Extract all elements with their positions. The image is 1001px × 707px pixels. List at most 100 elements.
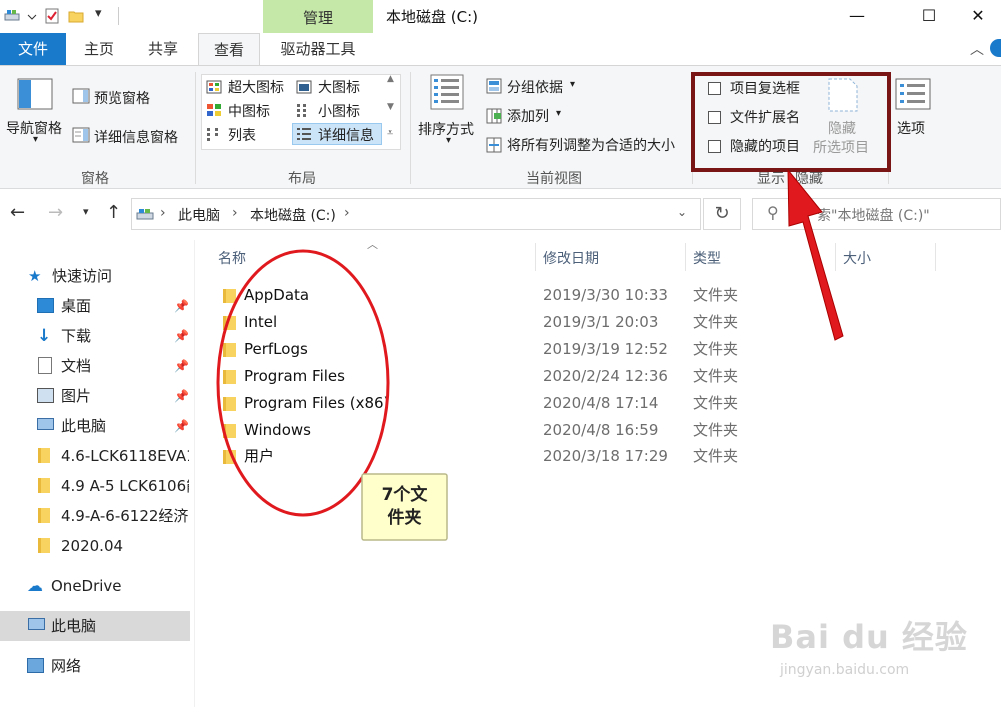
nav-pictures[interactable]: 图片 📌 bbox=[0, 381, 190, 411]
breadcrumb-sep[interactable]: › bbox=[160, 205, 166, 221]
help-icon[interactable] bbox=[990, 39, 1001, 57]
chevron-down-icon[interactable]: ▾ bbox=[33, 134, 38, 145]
address-box[interactable]: › 此电脑 › 本地磁盘 (C:) › ⌄ bbox=[131, 198, 701, 230]
nav-folder[interactable]: 4.9 A-5 LCK6106能 bbox=[0, 471, 190, 501]
nav-this-pc[interactable]: 此电脑 bbox=[0, 611, 190, 641]
search-box[interactable]: ⚲ 索"本地磁盘 (C:)" bbox=[752, 198, 1001, 230]
column-divider[interactable] bbox=[835, 243, 836, 271]
column-divider[interactable] bbox=[685, 243, 686, 271]
chevron-down-icon[interactable]: ▾ bbox=[556, 108, 561, 119]
tab-home[interactable]: 主页 bbox=[74, 33, 124, 65]
refresh-icon: ↻ bbox=[714, 203, 730, 224]
file-date: 2020/4/8 17:14 bbox=[543, 394, 659, 412]
breadcrumb-sep[interactable]: › bbox=[232, 205, 238, 221]
nav-quick-access[interactable]: ★ 快速访问 bbox=[0, 261, 190, 291]
hidden-items-label[interactable]: 隐藏的项目 bbox=[730, 136, 800, 156]
nav-downloads[interactable]: ↓ 下载 📌 bbox=[0, 321, 190, 351]
layout-extra-large-icons[interactable]: 超大图标 bbox=[228, 77, 284, 97]
chevron-down-icon[interactable]: ▾ bbox=[570, 79, 575, 90]
folder-icon bbox=[38, 508, 50, 523]
nav-this-pc-pinned[interactable]: 此电脑 📌 bbox=[0, 411, 190, 441]
nav-desktop[interactable]: 桌面 📌 bbox=[0, 291, 190, 321]
file-name: Program Files bbox=[244, 367, 345, 385]
hide-selected-icon bbox=[828, 78, 858, 112]
file-row[interactable]: Program Files (x86) 2020/4/8 17:14 文件夹 bbox=[218, 390, 738, 417]
recent-locations-icon[interactable]: ▾ bbox=[83, 205, 89, 218]
close-button[interactable]: ✕ bbox=[955, 0, 1001, 33]
dropdown-small-icon[interactable] bbox=[24, 8, 40, 24]
nav-label: 此电脑 bbox=[61, 417, 107, 435]
back-icon[interactable]: ← bbox=[10, 202, 25, 223]
column-divider[interactable] bbox=[535, 243, 536, 271]
column-header-name[interactable]: 名称 bbox=[218, 248, 246, 268]
column-divider[interactable] bbox=[935, 243, 936, 271]
column-header-size[interactable]: 大小 bbox=[843, 248, 871, 268]
drive-icon[interactable] bbox=[4, 8, 20, 24]
nav-folder[interactable]: 4.6-LCK6118EVA1 bbox=[0, 441, 190, 471]
group-by-button[interactable]: 分组依据 bbox=[507, 77, 563, 97]
breadcrumb-this-pc[interactable]: 此电脑 bbox=[178, 205, 220, 225]
nav-onedrive[interactable]: ☁ OneDrive bbox=[0, 571, 190, 601]
qat-customize-button[interactable]: ▾ bbox=[95, 6, 102, 21]
gallery-scroll-up-icon[interactable]: ▲ bbox=[387, 74, 394, 84]
nav-label: 图片 bbox=[61, 387, 92, 405]
gallery-more-icon[interactable]: ⩡ bbox=[387, 126, 393, 140]
search-input[interactable]: 索"本地磁盘 (C:)" bbox=[817, 205, 930, 225]
forward-icon[interactable]: → bbox=[48, 202, 63, 223]
file-extensions-label[interactable]: 文件扩展名 bbox=[730, 107, 800, 127]
layout-large-icons[interactable]: 大图标 bbox=[318, 77, 360, 97]
layout-medium-icons[interactable]: 中图标 bbox=[228, 101, 270, 121]
options-icon[interactable] bbox=[895, 78, 931, 110]
nav-folder[interactable]: 2020.04 bbox=[0, 531, 190, 561]
gallery-scroll-down-icon[interactable]: ▼ bbox=[387, 102, 394, 112]
layout-list[interactable]: 列表 bbox=[228, 125, 256, 145]
hidden-items-checkbox[interactable] bbox=[708, 140, 721, 153]
column-header-type[interactable]: 类型 bbox=[693, 248, 721, 268]
tab-drive-tools[interactable]: 驱动器工具 bbox=[268, 33, 368, 65]
item-checkboxes-label[interactable]: 项目复选框 bbox=[730, 78, 800, 98]
minimize-button[interactable]: — bbox=[834, 0, 880, 33]
tab-share[interactable]: 共享 bbox=[138, 33, 188, 65]
layout-details[interactable]: 详细信息 bbox=[318, 125, 374, 145]
refresh-button[interactable]: ↻ bbox=[703, 198, 741, 230]
address-history-icon[interactable]: ⌄ bbox=[677, 205, 687, 219]
add-columns-button[interactable]: 添加列 bbox=[507, 106, 549, 126]
file-name: 用户 bbox=[244, 447, 275, 465]
file-row[interactable]: Windows 2020/4/8 16:59 文件夹 bbox=[218, 417, 738, 444]
file-row[interactable]: AppData 2019/3/30 10:33 文件夹 bbox=[218, 282, 738, 309]
file-extensions-checkbox[interactable] bbox=[708, 111, 721, 124]
file-row[interactable]: Program Files 2020/2/24 12:36 文件夹 bbox=[218, 363, 738, 390]
navigation-pane-icon[interactable] bbox=[17, 78, 53, 110]
new-folder-icon[interactable] bbox=[68, 8, 84, 24]
nav-documents[interactable]: 文档 📌 bbox=[0, 351, 190, 381]
cloud-icon: ☁ bbox=[27, 576, 43, 595]
breadcrumb-drive[interactable]: 本地磁盘 (C:) bbox=[250, 205, 336, 225]
breadcrumb-sep[interactable]: › bbox=[344, 205, 350, 221]
nav-network[interactable]: 网络 bbox=[0, 651, 190, 681]
file-row[interactable]: Intel 2019/3/1 20:03 文件夹 bbox=[218, 309, 738, 336]
file-row[interactable]: 用户 2020/3/18 17:29 文件夹 bbox=[218, 443, 738, 470]
column-header-date[interactable]: 修改日期 bbox=[543, 248, 599, 268]
maximize-button[interactable]: ☐ bbox=[906, 0, 952, 33]
tab-file[interactable]: 文件 bbox=[0, 33, 66, 65]
tab-manage[interactable]: 管理 bbox=[263, 0, 373, 33]
item-checkboxes-checkbox[interactable] bbox=[708, 82, 721, 95]
sort-by-icon[interactable] bbox=[430, 74, 464, 110]
group-label-show: 显示 bbox=[757, 171, 785, 187]
file-row[interactable]: PerfLogs 2019/3/19 12:52 文件夹 bbox=[218, 336, 738, 363]
properties-icon[interactable] bbox=[44, 8, 60, 24]
hide-selected-button-line2[interactable]: 所选项目 bbox=[813, 137, 869, 157]
group-label-current-view: 当前视图 bbox=[526, 171, 582, 187]
pane-divider bbox=[194, 240, 195, 707]
hide-selected-button-line1[interactable]: 隐藏 bbox=[828, 118, 856, 138]
up-icon[interactable]: ↑ bbox=[106, 202, 121, 223]
options-button[interactable]: 选项 bbox=[897, 118, 925, 138]
collapse-ribbon-icon[interactable]: ︿ bbox=[970, 39, 984, 59]
details-pane-button[interactable]: 详细信息窗格 bbox=[94, 127, 178, 147]
chevron-down-icon[interactable]: ▾ bbox=[446, 135, 451, 146]
size-all-columns-button[interactable]: 将所有列调整为合适的大小 bbox=[507, 135, 675, 155]
layout-small-icons[interactable]: 小图标 bbox=[318, 101, 360, 121]
tab-view[interactable]: 查看 bbox=[198, 33, 260, 65]
preview-pane-button[interactable]: 预览窗格 bbox=[94, 88, 150, 108]
nav-folder[interactable]: 4.9-A-6-6122经济型 bbox=[0, 501, 190, 531]
